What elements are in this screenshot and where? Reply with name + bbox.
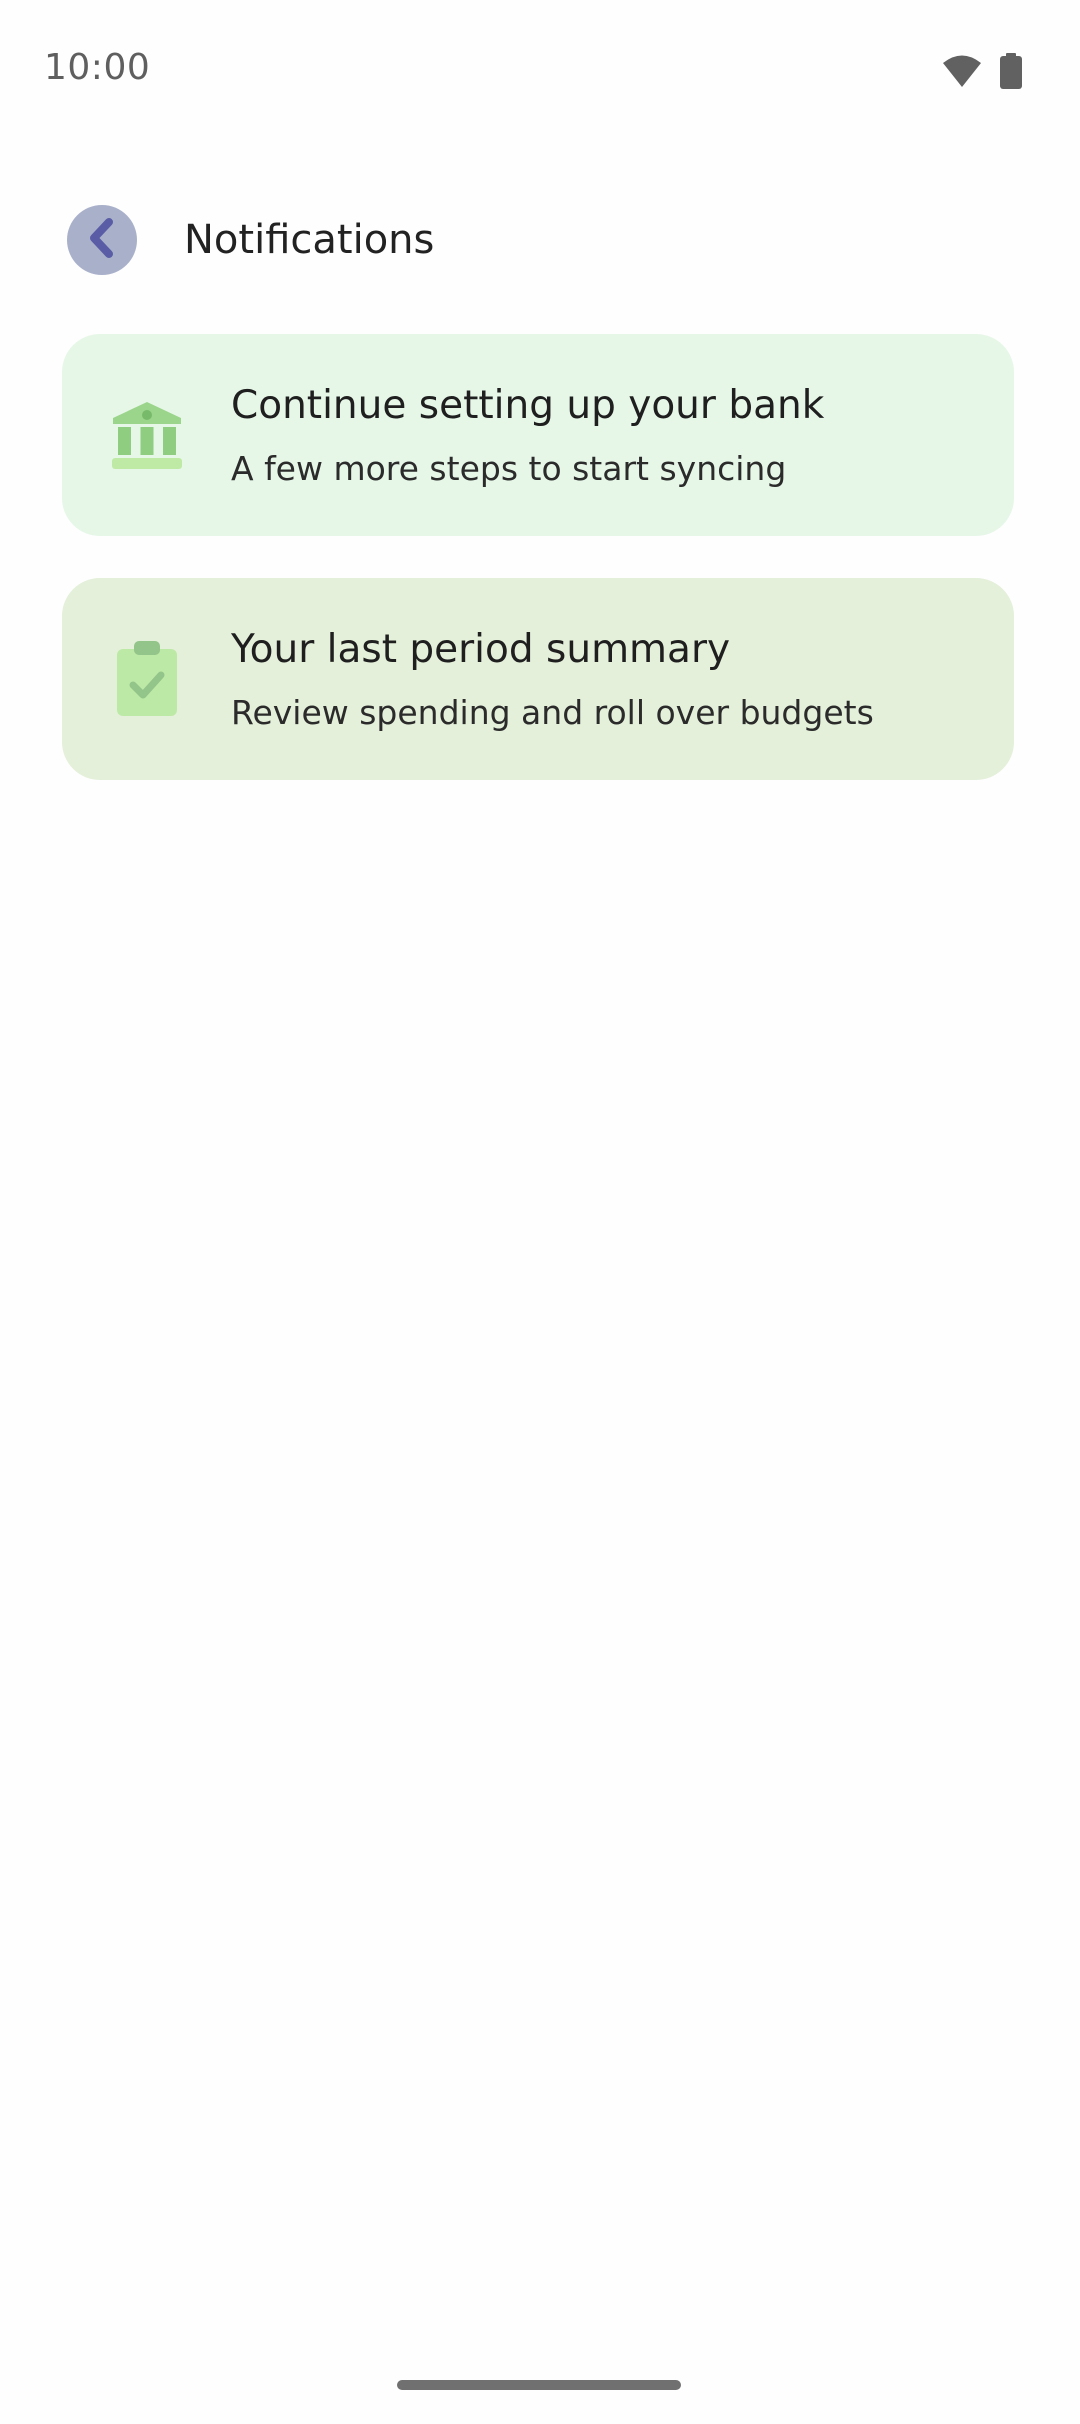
status-icons (942, 52, 1022, 90)
battery-icon (1000, 53, 1022, 89)
wifi-icon (942, 54, 982, 88)
notification-subtitle: Review spending and roll over budgets (231, 693, 874, 732)
notification-title: Continue setting up your bank (231, 383, 825, 428)
bank-icon (107, 395, 187, 475)
status-bar: 10:00 (0, 0, 1080, 140)
clipboard-check-icon (107, 639, 187, 719)
back-button[interactable] (67, 205, 137, 275)
page-title: Notifications (184, 217, 435, 263)
notification-title: Your last period summary (231, 627, 731, 672)
status-time: 10:00 (44, 47, 151, 88)
app-header: Notifications (0, 190, 1080, 290)
notification-card-period-summary[interactable]: Your last period summary Review spending… (62, 578, 1014, 780)
chevron-left-icon (85, 218, 119, 262)
notification-subtitle: A few more steps to start syncing (231, 449, 787, 488)
notification-card-bank-setup[interactable]: Continue setting up your bank A few more… (62, 334, 1014, 536)
gesture-navigation-handle[interactable] (397, 2380, 681, 2390)
